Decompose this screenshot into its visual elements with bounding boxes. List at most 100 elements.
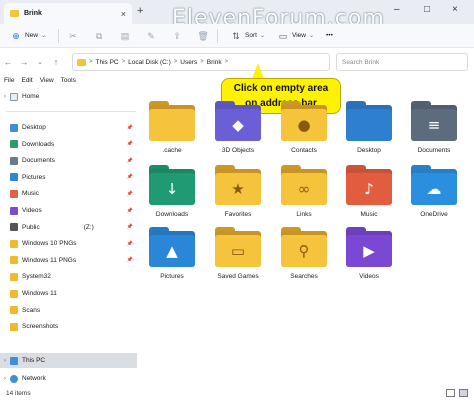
videos-folder-icon: ▶	[346, 227, 392, 267]
close-window-button[interactable]: ×	[452, 4, 458, 15]
pin-icon[interactable]: 📌	[127, 174, 133, 180]
sidebar-item[interactable]: Desktop 📌	[0, 120, 137, 135]
sidebar-item[interactable]: Windows 11	[0, 286, 137, 301]
sidebar-item-this-pc[interactable]: › This PC	[0, 353, 137, 368]
breadcrumb-brink[interactable]: Brink	[207, 59, 222, 66]
folder-icon	[10, 272, 18, 281]
3d-objects-folder-icon: ◆	[215, 101, 261, 141]
back-arrow-icon[interactable]: ←	[0, 57, 16, 67]
downloads-folder-icon: ↓	[149, 165, 195, 205]
documents-icon	[10, 156, 18, 165]
close-tab-icon[interactable]: ×	[121, 9, 126, 19]
new-button[interactable]: ⊕ New ⌄	[6, 28, 50, 44]
pin-icon[interactable]: 📌	[127, 158, 133, 164]
sidebar-item[interactable]: Windows 10 PNGs 📌	[0, 236, 137, 251]
sidebar-item[interactable]: System32	[0, 269, 137, 284]
forward-arrow-icon[interactable]: →	[16, 57, 32, 67]
sidebar-item-label: Downloads	[22, 140, 55, 148]
folder-label: Links	[296, 211, 312, 218]
chevron-right-icon[interactable]: ›	[0, 376, 10, 382]
share-icon[interactable]: ⇪	[171, 30, 183, 42]
sidebar-item-label: Music	[22, 190, 39, 198]
tiles-view-icon[interactable]	[459, 389, 468, 397]
sidebar-item-home[interactable]: › Home	[0, 89, 137, 104]
up-arrow-icon[interactable]: ↑	[48, 57, 64, 67]
sidebar-item-label: Scans	[22, 306, 41, 314]
pin-icon[interactable]: 📌	[127, 141, 133, 147]
new-tab-button[interactable]: +	[137, 5, 143, 17]
drive-letter: (Z:)	[83, 223, 94, 231]
recent-chevron-icon[interactable]: ⌄	[32, 58, 48, 66]
folder-label: Contacts	[291, 147, 317, 154]
pictures-folder-icon: ▲	[149, 227, 195, 267]
cut-icon[interactable]: ✂	[67, 30, 79, 42]
folder-icon	[10, 306, 18, 315]
tab-brink[interactable]: Brink ×	[4, 3, 132, 24]
details-view-icon[interactable]	[446, 389, 455, 397]
sidebar-item[interactable]: Downloads 📌	[0, 137, 137, 152]
folder-label: Documents	[417, 147, 451, 154]
menu-view[interactable]: View	[40, 77, 54, 89]
more-icon: •••	[326, 32, 333, 39]
folder-label: Music	[360, 211, 378, 218]
network-icon	[10, 374, 18, 383]
folder-tile[interactable]: ↓ Downloads	[142, 159, 202, 221]
chevron-right-icon[interactable]: ›	[0, 94, 10, 100]
sidebar-item[interactable]: Pictures 📌	[0, 170, 137, 185]
delete-icon[interactable]: 🗑	[197, 30, 209, 42]
menu-edit[interactable]: Edit	[21, 77, 32, 89]
sidebar-item-network[interactable]: › Network	[0, 371, 137, 386]
sidebar-item[interactable]: Public (Z:) 📌	[0, 220, 137, 235]
search-input[interactable]: Search Brink	[336, 53, 468, 71]
more-options-button[interactable]: •••	[322, 30, 337, 41]
folder-tile[interactable]: ⚲ Searches	[274, 221, 334, 283]
copy-icon[interactable]: ⧉	[93, 30, 105, 42]
folder-tile[interactable]: ▭ Saved Games	[208, 221, 268, 283]
maximize-button[interactable]: □	[424, 4, 430, 15]
navigation-pane: › Home Desktop 📌 Downloads 📌 Documents 📌 Pictu…	[0, 89, 138, 386]
sidebar-item[interactable]: Music 📌	[0, 186, 137, 201]
folder-tile[interactable]: Desktop	[339, 95, 399, 157]
breadcrumb-local-disk[interactable]: Local Disk (C:)	[128, 59, 171, 66]
pin-icon[interactable]: 📌	[127, 257, 133, 263]
folder-tile[interactable]: ▲ Pictures	[142, 221, 202, 283]
sidebar-item[interactable]: Documents 📌	[0, 153, 137, 168]
folder-tile[interactable]: ▶ Videos	[339, 221, 399, 283]
address-bar[interactable]: > This PC > Local Disk (C:) > Users > Br…	[72, 53, 330, 71]
view-button[interactable]: ▭ View ⌄	[273, 28, 318, 44]
folder-label: Desktop	[357, 147, 381, 154]
breadcrumb-users[interactable]: Users	[180, 59, 197, 66]
folder-icon	[10, 322, 18, 331]
folder-tile[interactable]: ● Contacts	[274, 95, 334, 157]
breadcrumb-this-pc[interactable]: This PC	[96, 59, 119, 66]
folder-tile[interactable]: ◆ 3D Objects	[208, 95, 268, 157]
paste-icon[interactable]: ▤	[119, 30, 131, 42]
chevron-down-icon: ⌄	[41, 33, 47, 39]
sidebar-item[interactable]: Videos 📌	[0, 203, 137, 218]
chevron-right-icon[interactable]: ›	[0, 358, 10, 364]
menu-file[interactable]: File	[4, 77, 14, 89]
sidebar-item[interactable]: Screenshots	[0, 319, 137, 334]
folder-tile[interactable]: .cache	[142, 95, 202, 157]
sidebar-item[interactable]: Windows 11 PNGs 📌	[0, 253, 137, 268]
folder-tile[interactable]: ∞ Links	[274, 159, 334, 221]
pin-icon[interactable]: 📌	[127, 191, 133, 197]
rename-icon[interactable]: ✎	[145, 30, 157, 42]
sidebar-item[interactable]: Scans	[0, 303, 137, 318]
folder-label: Searches	[290, 273, 318, 280]
searches-folder-icon: ⚲	[281, 227, 327, 267]
breadcrumb-separator: >	[89, 59, 93, 65]
folder-tile[interactable]: ♪ Music	[339, 159, 399, 221]
pin-icon[interactable]: 📌	[127, 208, 133, 214]
menu-tools[interactable]: Tools	[61, 77, 76, 89]
folder-tile[interactable]: ☁ OneDrive	[404, 159, 464, 221]
pin-icon[interactable]: 📌	[127, 125, 133, 131]
pin-icon[interactable]: 📌	[127, 224, 133, 230]
sort-button[interactable]: ⇅ Sort ⌄	[226, 28, 269, 44]
videos-icon	[10, 206, 18, 215]
folder-tile[interactable]: ★ Favorites	[208, 159, 268, 221]
pin-icon[interactable]: 📌	[127, 241, 133, 247]
minimize-button[interactable]: –	[394, 4, 400, 15]
folder-tile[interactable]: ≡ Documents	[404, 95, 464, 157]
folder-icon	[10, 289, 18, 298]
